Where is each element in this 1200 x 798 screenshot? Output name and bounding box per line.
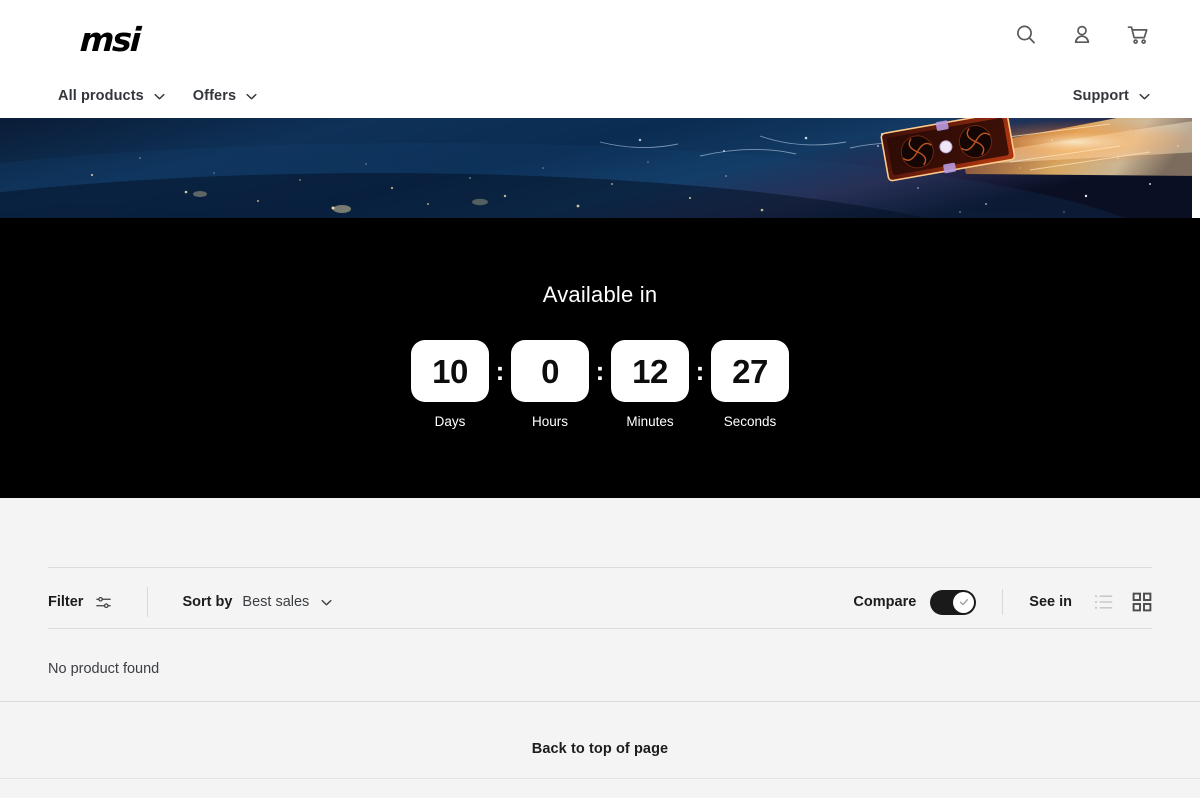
countdown-box-seconds: 27 xyxy=(711,340,789,402)
countdown-box-minutes: 12 xyxy=(611,340,689,402)
countdown-label-minutes: Minutes xyxy=(626,414,674,429)
toolbar-separator xyxy=(1002,589,1004,615)
nav-left-group: All products Offers xyxy=(58,74,259,118)
toolbar-right-group: Compare See in xyxy=(853,589,1152,615)
cart-icon[interactable] xyxy=(1124,20,1152,50)
main-navigation: All products Offers Support xyxy=(0,74,1200,118)
countdown-value-days: 10 xyxy=(432,352,468,390)
countdown-section: Available in 10 Days : 0 Hours : 12 Minu… xyxy=(0,218,1200,498)
search-icon[interactable] xyxy=(1012,20,1040,50)
nav-item-offers[interactable]: Offers xyxy=(193,88,259,104)
sort-label: Sort by xyxy=(182,594,233,610)
grid-view-icon[interactable] xyxy=(1132,592,1152,612)
countdown-unit-hours: 0 Hours xyxy=(511,340,589,429)
hero-banner-image xyxy=(0,118,1200,218)
countdown-value-hours: 0 xyxy=(541,352,559,390)
toolbar-separator xyxy=(147,587,149,617)
account-icon[interactable] xyxy=(1068,20,1096,50)
sort-control[interactable]: Sort by Best sales xyxy=(182,594,334,610)
nav-label-all-products: All products xyxy=(58,88,144,104)
countdown-label-hours: Hours xyxy=(531,414,568,429)
countdown-box-days: 10 xyxy=(411,340,489,402)
msi-logo[interactable]: msi xyxy=(79,20,140,59)
chevron-down-icon xyxy=(1139,93,1150,99)
view-mode-control: See in xyxy=(1029,592,1152,612)
results-divider xyxy=(0,701,1200,702)
chevron-down-icon xyxy=(321,599,332,605)
product-listing-area: Filter Sort by Best sales Compare See in… xyxy=(0,498,1200,798)
compare-label: Compare xyxy=(853,594,917,610)
toolbar-divider-bottom xyxy=(48,628,1152,629)
compare-toggle-knob xyxy=(953,591,975,613)
listing-toolbar: Filter Sort by Best sales Compare See in xyxy=(48,578,1152,626)
filter-label: Filter xyxy=(48,594,84,610)
countdown-separator: : xyxy=(595,356,605,386)
see-in-label: See in xyxy=(1029,594,1072,610)
header-icon-group xyxy=(1012,20,1152,50)
check-icon xyxy=(959,599,968,606)
countdown-value-seconds: 27 xyxy=(732,352,768,390)
nav-item-support[interactable]: Support xyxy=(1073,88,1152,104)
countdown-separator: : xyxy=(695,356,705,386)
back-to-top-link[interactable]: Back to top of page xyxy=(0,741,1200,757)
countdown-label-days: Days xyxy=(434,414,466,429)
countdown-title: Available in xyxy=(542,282,658,307)
countdown-unit-days: 10 Days xyxy=(411,340,489,429)
filter-sliders-icon xyxy=(96,596,112,608)
countdown-label-seconds: Seconds xyxy=(723,414,777,429)
countdown-timer: 10 Days : 0 Hours : 12 Minutes : 27 Seco… xyxy=(0,340,1200,429)
chevron-down-icon xyxy=(246,93,257,99)
hero-banner[interactable] xyxy=(0,118,1200,218)
chevron-down-icon xyxy=(154,93,165,99)
countdown-value-minutes: 12 xyxy=(632,352,668,390)
list-view-icon[interactable] xyxy=(1094,593,1114,611)
empty-results-message: No product found xyxy=(48,661,160,677)
compare-toggle[interactable] xyxy=(930,589,977,615)
filter-button[interactable]: Filter xyxy=(48,593,113,612)
msi-product-listing-page: msi All products Offers Support Availabl… xyxy=(0,0,1200,798)
nav-item-all-products[interactable]: All products xyxy=(58,88,167,104)
countdown-separator: : xyxy=(495,356,505,386)
site-header: msi xyxy=(0,0,1200,74)
countdown-unit-minutes: 12 Minutes xyxy=(611,340,689,429)
toolbar-divider-top xyxy=(48,567,1152,568)
countdown-box-hours: 0 xyxy=(511,340,589,402)
toolbar-left-group: Filter Sort by Best sales xyxy=(48,587,334,617)
footer-divider xyxy=(0,778,1200,779)
nav-right-group: Support xyxy=(1073,74,1152,118)
countdown-unit-seconds: 27 Seconds xyxy=(711,340,789,429)
sort-selected-value[interactable]: Best sales xyxy=(242,594,309,610)
compare-control[interactable]: Compare xyxy=(853,589,977,615)
nav-label-offers: Offers xyxy=(192,88,237,104)
nav-label-support: Support xyxy=(1072,88,1129,104)
